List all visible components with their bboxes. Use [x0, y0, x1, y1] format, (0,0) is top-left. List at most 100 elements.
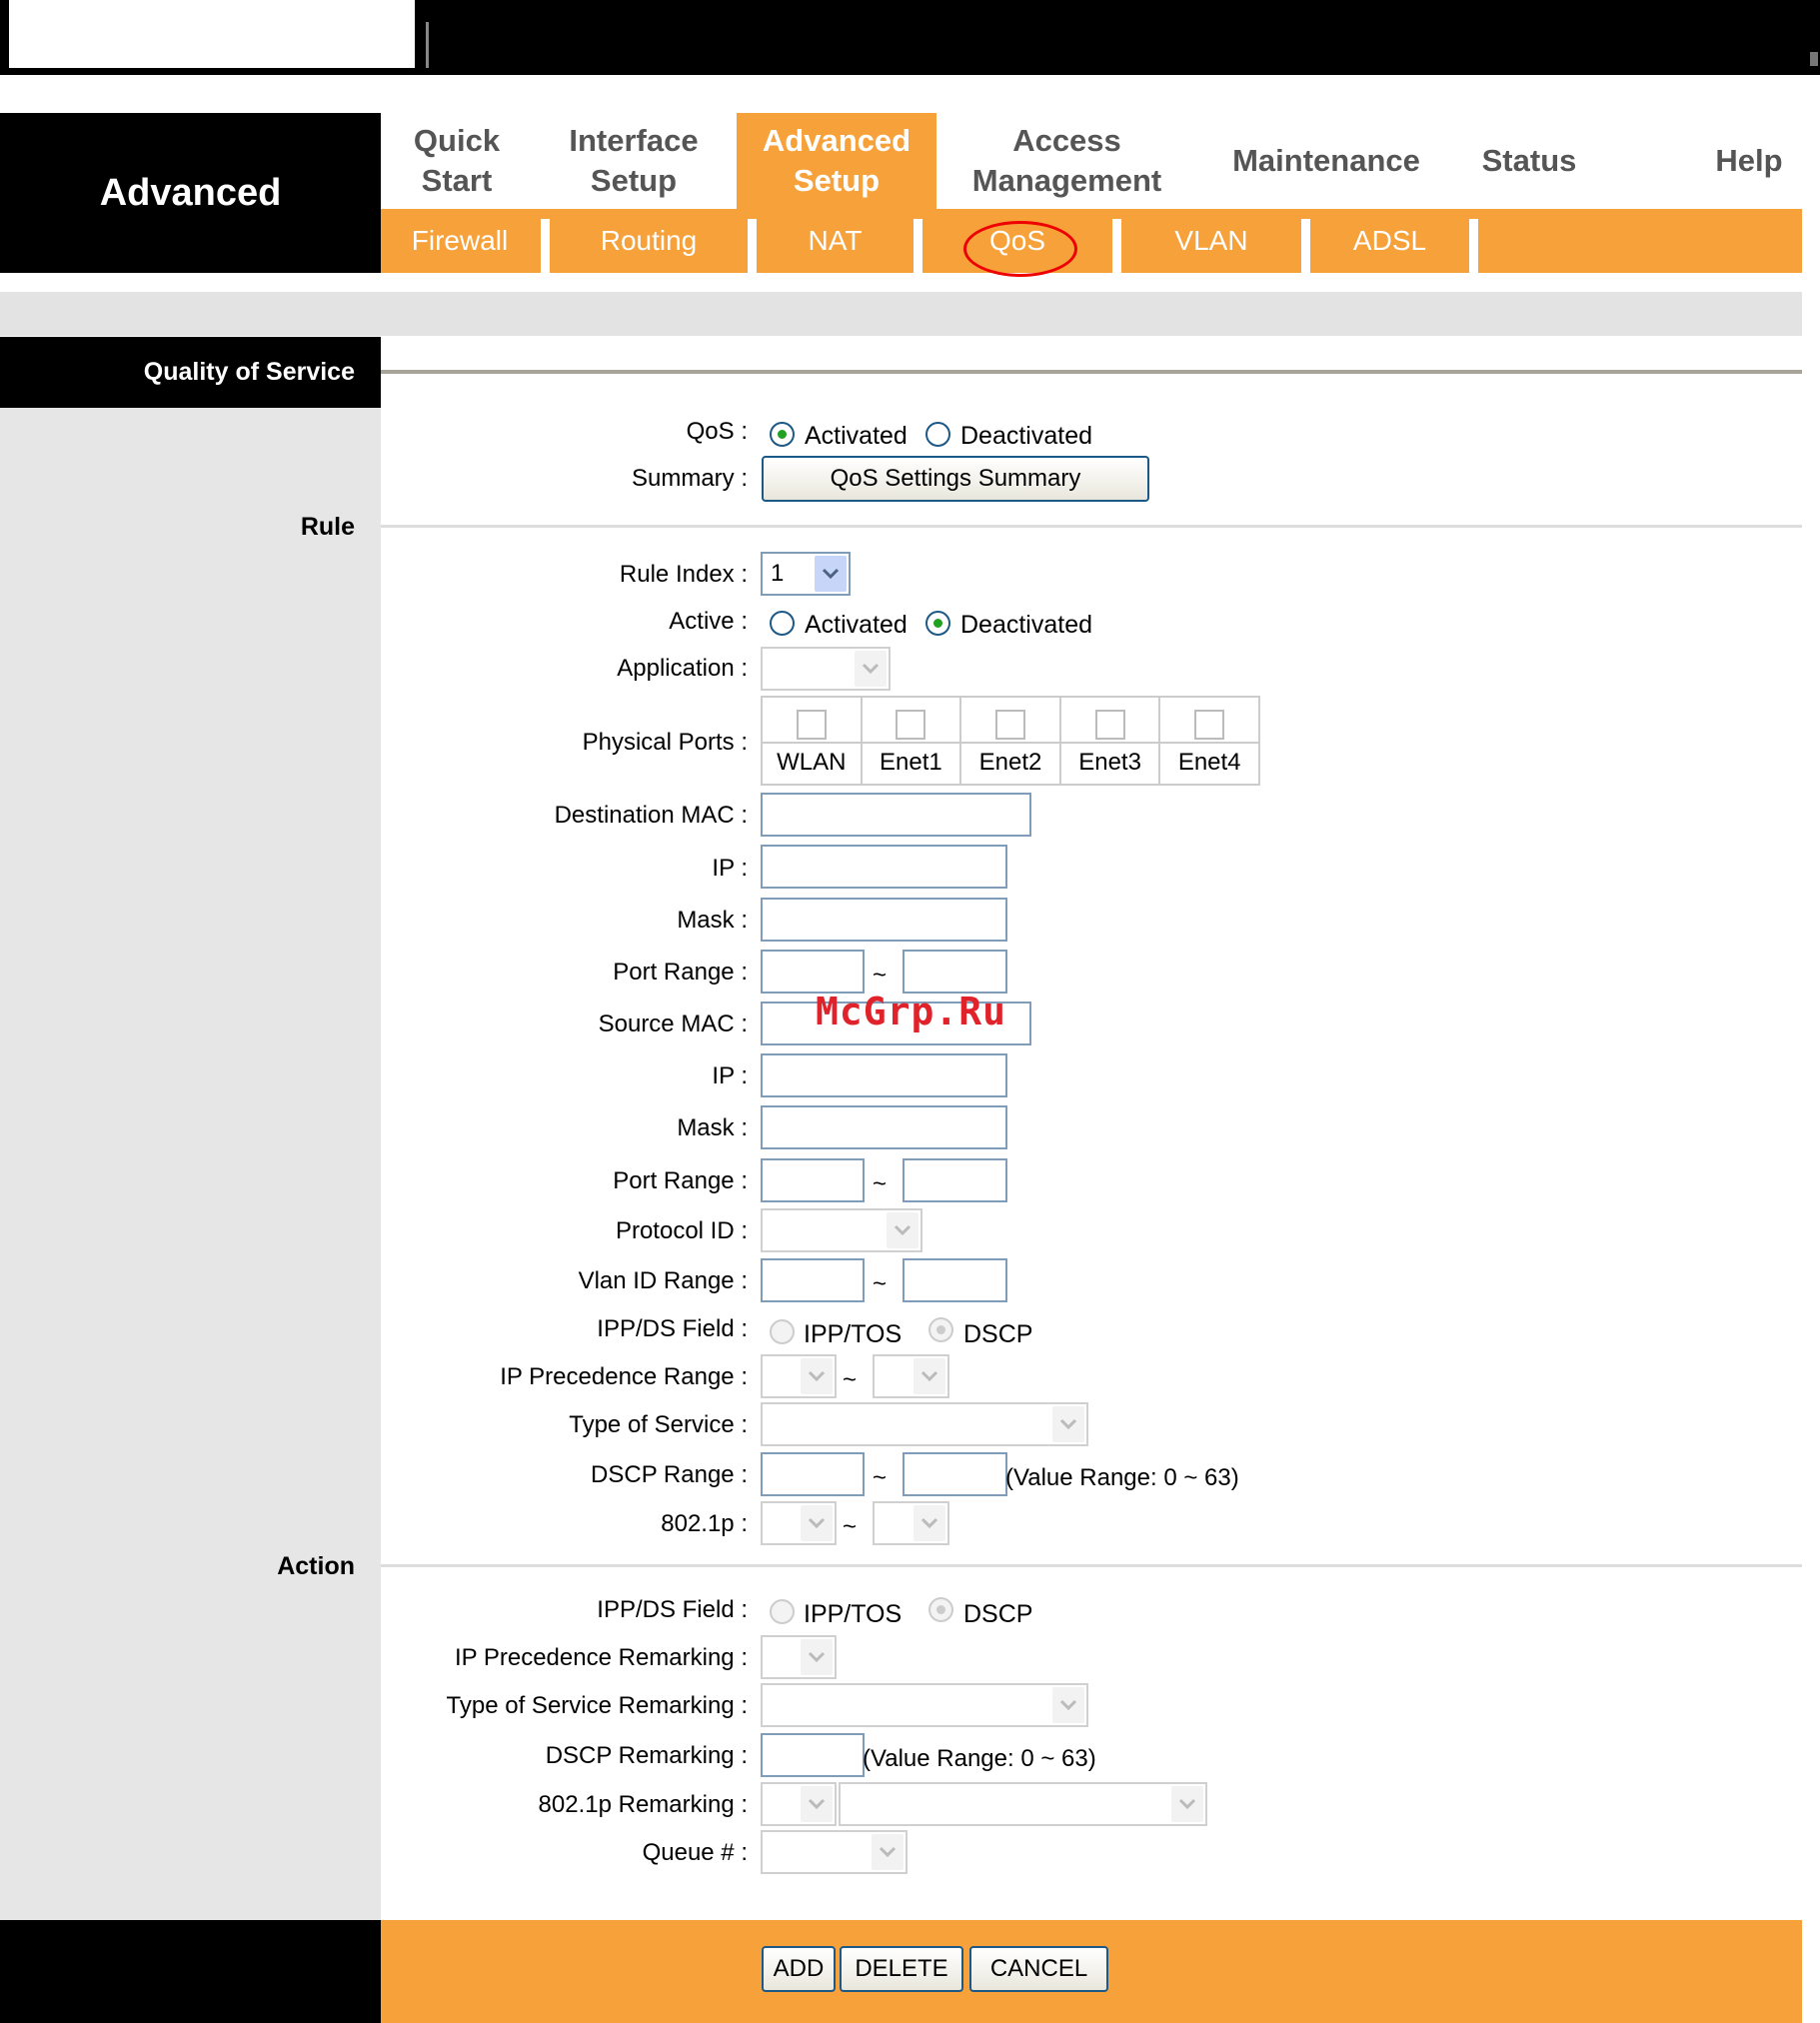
- port-enet3-checkbox[interactable]: [1094, 710, 1125, 740]
- range-tilde: ~: [873, 1464, 888, 1491]
- protocol-id-label: Protocol ID :: [615, 1217, 748, 1244]
- dot1p-range-end[interactable]: [873, 1501, 949, 1545]
- active-activated-label: Activated: [805, 611, 908, 639]
- port-label: Enet1: [862, 742, 960, 784]
- dscp-range-start[interactable]: [761, 1452, 865, 1496]
- dest-port-range-end[interactable]: [903, 950, 1007, 994]
- dscp-range-label: DSCP Range :: [591, 1461, 748, 1488]
- application-select[interactable]: [761, 647, 891, 691]
- rule-ippds-field-label: IPP/DS Field :: [597, 1315, 748, 1342]
- section-title: Quality of Service: [0, 337, 381, 408]
- ip-precedence-remarking-select[interactable]: [761, 1635, 837, 1679]
- subnav-routing[interactable]: Routing: [552, 209, 746, 273]
- left-column: [0, 408, 381, 1920]
- dot1p-remarking-select[interactable]: [761, 1782, 837, 1826]
- add-button[interactable]: ADD: [762, 1946, 836, 1992]
- menu-access-management[interactable]: Access Management: [954, 113, 1179, 209]
- delete-button[interactable]: DELETE: [840, 1946, 963, 1992]
- source-mask-label: Mask :: [677, 1114, 748, 1141]
- dot1p-remarking-desc-select[interactable]: [839, 1782, 1207, 1826]
- source-port-range-start[interactable]: [761, 1158, 865, 1202]
- vlan-id-range-end[interactable]: [903, 1258, 1007, 1302]
- range-tilde: ~: [873, 1170, 888, 1197]
- menu-advanced-setup[interactable]: Advanced Setup: [737, 113, 936, 209]
- port-enet2-checkbox[interactable]: [994, 710, 1025, 740]
- protocol-id-select[interactable]: [761, 1208, 922, 1252]
- chevron-down-icon: [801, 1786, 833, 1822]
- dscp-remarking-input[interactable]: [761, 1733, 865, 1777]
- action-ipptos-radio[interactable]: [770, 1599, 795, 1624]
- source-ip-input[interactable]: [761, 1053, 1007, 1097]
- application-label: Application :: [617, 655, 748, 682]
- title-divider: [381, 370, 1802, 374]
- type-of-service-label: Type of Service :: [569, 1411, 748, 1438]
- chevron-down-icon: [872, 1834, 904, 1870]
- subnav-nat[interactable]: NAT: [759, 209, 911, 273]
- chevron-down-icon: [801, 1358, 833, 1394]
- chevron-down-icon: [1171, 1786, 1203, 1822]
- top-logo-area: [9, 0, 415, 68]
- qos-highlight-circle: [963, 221, 1077, 277]
- subnav-firewall[interactable]: Firewall: [381, 209, 539, 273]
- qos-activated-radio[interactable]: [770, 422, 795, 447]
- spacer-bar: [0, 292, 1802, 336]
- menu-interface-setup[interactable]: Interface Setup: [545, 113, 723, 209]
- qos-settings-summary-button[interactable]: QoS Settings Summary: [762, 456, 1149, 502]
- menu-help[interactable]: Help: [1699, 113, 1799, 209]
- watermark-text: McGrp.Ru: [816, 990, 1007, 1033]
- banner-separator: [426, 22, 429, 68]
- menu-quick-start[interactable]: Quick Start: [381, 113, 533, 209]
- port-label: Enet3: [1060, 742, 1159, 784]
- tos-remarking-select[interactable]: [761, 1683, 1088, 1727]
- dest-ip-label: IP :: [712, 855, 748, 882]
- cancel-button[interactable]: CANCEL: [969, 1946, 1108, 1992]
- qos-deactivated-radio[interactable]: [925, 422, 950, 447]
- type-of-service-select[interactable]: [761, 1402, 1088, 1446]
- subnav-adsl[interactable]: ADSL: [1312, 209, 1467, 273]
- range-tilde: ~: [873, 1270, 888, 1297]
- active-activated-radio[interactable]: [770, 611, 795, 636]
- port-enet4-checkbox[interactable]: [1194, 710, 1225, 740]
- active-deactivated-radio[interactable]: [925, 611, 950, 636]
- action-ipptos-label: IPP/TOS: [804, 1600, 903, 1628]
- ip-precedence-range-start[interactable]: [761, 1354, 837, 1398]
- destination-mac-label: Destination MAC :: [554, 802, 748, 829]
- ip-precedence-range-label: IP Precedence Range :: [500, 1363, 748, 1390]
- menu-status[interactable]: Status: [1469, 113, 1589, 209]
- queue-select[interactable]: [761, 1830, 908, 1874]
- vlan-id-range-start[interactable]: [761, 1258, 865, 1302]
- dest-port-range-start[interactable]: [761, 950, 865, 994]
- source-port-range-end[interactable]: [903, 1158, 1007, 1202]
- port-label: Enet2: [961, 742, 1059, 784]
- dscp-range-end[interactable]: [903, 1452, 1007, 1496]
- subnav-vlan[interactable]: VLAN: [1123, 209, 1299, 273]
- rule-dscp-radio[interactable]: [928, 1317, 953, 1342]
- dot1p-remarking-label: 802.1p Remarking :: [538, 1791, 748, 1818]
- rule-index-select[interactable]: 1: [761, 552, 851, 596]
- port-wlan-checkbox[interactable]: [796, 710, 827, 740]
- subnav-separator: [1301, 219, 1310, 273]
- qos-label: QoS :: [686, 418, 748, 445]
- chevron-down-icon: [1052, 1687, 1084, 1723]
- dot1p-range-start[interactable]: [761, 1501, 837, 1545]
- port-enet1: Enet1: [862, 698, 962, 784]
- source-mask-input[interactable]: [761, 1105, 1007, 1149]
- dest-ip-input[interactable]: [761, 845, 1007, 889]
- rule-ipptos-radio[interactable]: [770, 1319, 795, 1344]
- action-divider: [381, 1564, 1802, 1567]
- action-dscp-radio[interactable]: [928, 1597, 953, 1622]
- dest-mask-input[interactable]: [761, 898, 1007, 942]
- destination-mac-input[interactable]: [761, 793, 1031, 837]
- port-enet1-checkbox[interactable]: [896, 710, 926, 740]
- port-enet4: Enet4: [1160, 698, 1258, 784]
- subnav-separator: [748, 219, 757, 273]
- rule-dscp-label: DSCP: [963, 1320, 1033, 1348]
- source-mac-label: Source MAC :: [598, 1011, 748, 1037]
- ip-precedence-range-end[interactable]: [873, 1354, 949, 1398]
- port-enet3: Enet3: [1060, 698, 1161, 784]
- active-label: Active :: [669, 608, 748, 635]
- subnav-separator: [541, 219, 550, 273]
- range-tilde: ~: [843, 1366, 858, 1393]
- qos-activated-label: Activated: [805, 422, 908, 450]
- menu-maintenance[interactable]: Maintenance: [1215, 113, 1437, 209]
